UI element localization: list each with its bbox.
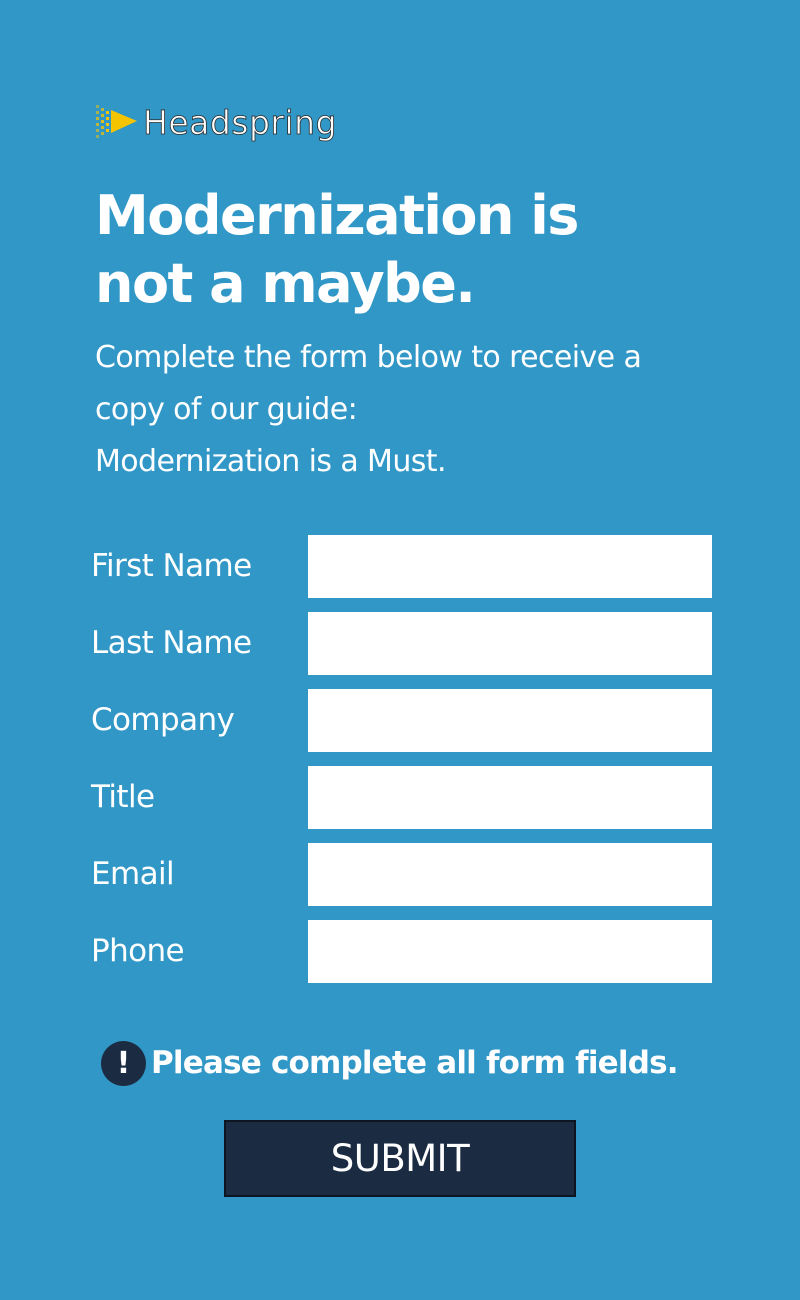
title-label: Title bbox=[91, 779, 155, 815]
last-name-row: Last Name bbox=[91, 612, 713, 675]
title-field[interactable] bbox=[308, 766, 712, 829]
intro-line-1: Complete the form below to receive a bbox=[95, 340, 642, 375]
company-row: Company bbox=[91, 689, 713, 752]
headline-line-2: not a maybe. bbox=[95, 252, 476, 315]
brand-name: Headspring bbox=[143, 103, 338, 143]
phone-row: Phone bbox=[91, 920, 713, 983]
title-row: Title bbox=[91, 766, 713, 829]
phone-label: Phone bbox=[91, 933, 185, 969]
headline-line-1: Modernization is bbox=[95, 184, 579, 247]
last-name-field[interactable] bbox=[308, 612, 712, 675]
email-row: Email bbox=[91, 843, 713, 906]
submit-button[interactable]: SUBMIT bbox=[224, 1120, 576, 1197]
intro-text: Complete the form below to receive a cop… bbox=[95, 332, 735, 488]
company-field[interactable] bbox=[308, 689, 712, 752]
phone-field[interactable] bbox=[308, 920, 712, 983]
headspring-logo: Headspring bbox=[95, 100, 337, 146]
last-name-label: Last Name bbox=[91, 625, 252, 661]
exclamation-icon: ! bbox=[101, 1040, 146, 1086]
first-name-label: First Name bbox=[91, 548, 252, 584]
intro-line-3: Modernization is a Must. bbox=[95, 444, 446, 479]
first-name-row: First Name bbox=[91, 535, 713, 598]
error-text: Please complete all form fields. bbox=[151, 1045, 679, 1081]
email-label: Email bbox=[91, 856, 175, 892]
email-field[interactable] bbox=[308, 843, 712, 906]
headspring-logo-icon bbox=[96, 105, 137, 138]
page-title: Modernization is not a maybe. bbox=[95, 182, 715, 318]
form-error-message: ! Please complete all form fields. bbox=[101, 1040, 679, 1086]
intro-line-2: copy of our guide: bbox=[95, 392, 358, 427]
first-name-field[interactable] bbox=[308, 535, 712, 598]
company-label: Company bbox=[91, 702, 235, 738]
